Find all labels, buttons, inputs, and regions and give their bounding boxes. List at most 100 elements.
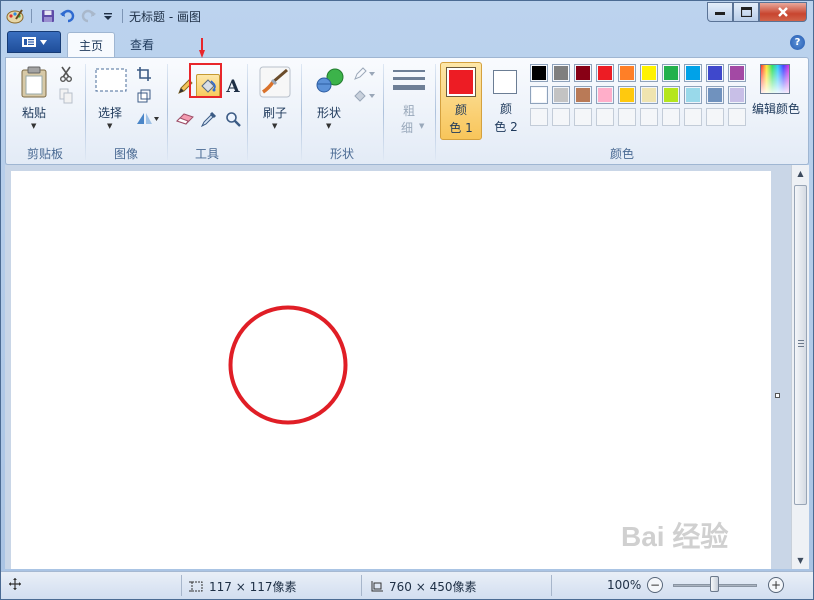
- color2-label-line2: 色 2: [494, 120, 518, 134]
- color1-label-line2: 色 1: [449, 121, 473, 135]
- select-button[interactable]: 选择 ▼: [92, 64, 128, 136]
- cut-icon[interactable]: [56, 64, 76, 84]
- size-button[interactable]: 粗 细 ▼: [390, 64, 428, 138]
- image-group-label: 图像: [113, 147, 138, 161]
- palette-swatch[interactable]: [530, 108, 548, 126]
- palette-swatch[interactable]: [662, 108, 680, 126]
- canvas-size: 760 × 450像素: [369, 578, 477, 595]
- resize-icon[interactable]: [134, 86, 154, 106]
- paint-menu-button[interactable]: [7, 31, 61, 53]
- status-bar: 117 × 117像素 760 × 450像素 100% − +: [1, 571, 813, 599]
- shapes-group: 形状 ▼ 形状: [302, 58, 382, 164]
- brushes-label: 刷子: [262, 106, 287, 120]
- text-tool-icon[interactable]: A: [222, 76, 244, 98]
- annotation-arrow-icon: [199, 38, 205, 58]
- brushes-button[interactable]: 刷子 ▼: [254, 64, 296, 136]
- palette-swatch[interactable]: [574, 64, 592, 82]
- zoom-level: 100%: [607, 578, 641, 592]
- watermark: Bai 经验: [621, 521, 729, 552]
- ribbon-tab-row: 主页 查看 ?: [5, 31, 811, 57]
- palette-swatch[interactable]: [684, 108, 702, 126]
- palette-swatch[interactable]: [684, 86, 702, 104]
- copy-icon[interactable]: [56, 86, 76, 106]
- outline-icon[interactable]: [352, 64, 376, 84]
- scrollbar-thumb[interactable]: [794, 185, 807, 505]
- help-icon[interactable]: ?: [790, 35, 805, 50]
- paste-icon: [21, 66, 47, 98]
- shapes-button[interactable]: 形状 ▼: [308, 64, 350, 136]
- palette-swatch[interactable]: [618, 86, 636, 104]
- selection-size: 117 × 117像素: [189, 578, 297, 595]
- scroll-down-icon[interactable]: ▼: [792, 552, 809, 569]
- status-divider: [181, 575, 182, 596]
- color2-button[interactable]: 颜 色 2: [486, 62, 528, 140]
- zoom-level-text: 100%: [607, 578, 642, 592]
- palette-swatch[interactable]: [574, 108, 592, 126]
- qa-divider: [31, 9, 32, 23]
- color-picker-tool-icon[interactable]: [198, 108, 220, 130]
- palette-swatch[interactable]: [530, 64, 548, 82]
- palette-swatch[interactable]: [728, 108, 746, 126]
- palette-swatch[interactable]: [684, 64, 702, 82]
- canvas-size-icon: [371, 580, 383, 591]
- palette-swatch[interactable]: [530, 86, 548, 104]
- window-title: 无标题 - 画图: [129, 10, 201, 24]
- canvas-drawing: [228, 305, 348, 425]
- palette-swatch[interactable]: [706, 64, 724, 82]
- customize-toolbar-icon[interactable]: [98, 6, 118, 26]
- maximize-button[interactable]: [733, 2, 759, 22]
- zoom-out-button[interactable]: −: [647, 577, 663, 593]
- magnifier-tool-icon[interactable]: [222, 108, 244, 130]
- select-label: 选择: [97, 106, 122, 120]
- canvas-resize-handle[interactable]: [775, 393, 780, 398]
- palette-swatch[interactable]: [552, 86, 570, 104]
- palette-swatch[interactable]: [640, 86, 658, 104]
- eraser-tool-icon[interactable]: [174, 108, 196, 130]
- drawing-canvas[interactable]: [11, 171, 771, 569]
- palette-swatch[interactable]: [618, 64, 636, 82]
- palette-swatch[interactable]: [706, 108, 724, 126]
- palette-swatch[interactable]: [640, 108, 658, 126]
- palette-swatch[interactable]: [662, 64, 680, 82]
- paste-button[interactable]: 粘贴 ▼: [14, 64, 54, 134]
- zoom-in-button[interactable]: +: [768, 577, 784, 593]
- undo-icon[interactable]: [58, 6, 78, 26]
- tab-home[interactable]: 主页: [67, 32, 116, 57]
- palette-swatch[interactable]: [574, 86, 592, 104]
- ribbon-home: 粘贴 ▼ 剪贴板 选择 ▼ 图像 A 工具 刷子 ▼ 形状 ▼ 形状 粗 细 ▼…: [5, 57, 809, 165]
- color1-button[interactable]: 颜 色 1: [440, 62, 482, 140]
- palette-swatch[interactable]: [640, 64, 658, 82]
- zoom-slider-thumb[interactable]: [710, 576, 719, 592]
- palette-swatch[interactable]: [662, 86, 680, 104]
- title-bar: 无标题 - 画图: [1, 1, 813, 31]
- minimize-button[interactable]: [707, 2, 733, 22]
- redo-icon[interactable]: [78, 6, 98, 26]
- palette-swatch[interactable]: [596, 64, 614, 82]
- color1-label-line1: 颜: [454, 103, 467, 117]
- save-icon[interactable]: [38, 6, 58, 26]
- palette-swatch[interactable]: [728, 64, 746, 82]
- palette-swatch[interactable]: [596, 108, 614, 126]
- palette-swatch[interactable]: [728, 86, 746, 104]
- drawn-circle[interactable]: [228, 305, 348, 425]
- close-button[interactable]: [759, 2, 807, 22]
- palette-swatch[interactable]: [552, 108, 570, 126]
- paste-label: 粘贴: [21, 106, 46, 120]
- select-dropdown-icon: ▼: [107, 122, 113, 130]
- rotate-icon[interactable]: [134, 108, 160, 128]
- palette-swatch[interactable]: [552, 64, 570, 82]
- tab-view[interactable]: 查看: [119, 32, 165, 57]
- paint-app-icon[interactable]: [5, 6, 25, 26]
- palette-swatch[interactable]: [596, 86, 614, 104]
- vertical-scrollbar[interactable]: ▲ ▼: [791, 165, 809, 569]
- fill-style-icon[interactable]: [352, 86, 376, 106]
- palette-swatch[interactable]: [618, 108, 636, 126]
- line-size-icon: [393, 70, 425, 90]
- scroll-up-icon[interactable]: ▲: [792, 165, 809, 182]
- shapes-label: 形状: [316, 106, 341, 120]
- paint-window: 无标题 - 画图 主页 查看 ? 粘贴 ▼ 剪贴板 选择 ▼ 图像 A 工具 刷…: [0, 0, 814, 600]
- palette-swatch[interactable]: [706, 86, 724, 104]
- fill-tool-highlight: [189, 63, 222, 98]
- crop-icon[interactable]: [134, 64, 154, 84]
- edit-colors-button[interactable]: 编辑颜色: [748, 62, 804, 122]
